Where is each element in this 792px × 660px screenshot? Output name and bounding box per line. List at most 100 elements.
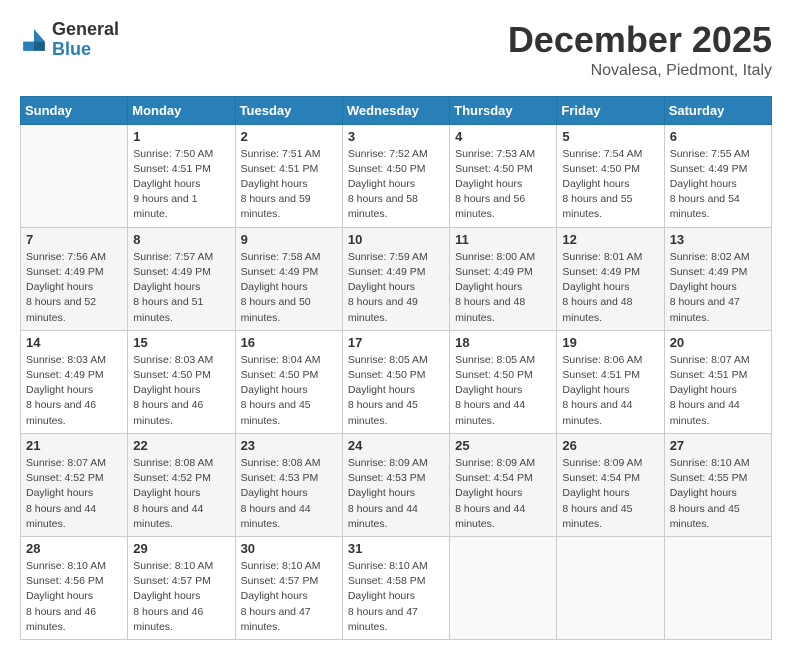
- day-number: 8: [133, 232, 229, 247]
- day-info: Sunrise: 7:54 AMSunset: 4:50 PMDaylight …: [562, 147, 658, 223]
- calendar-cell: 30 Sunrise: 8:10 AMSunset: 4:57 PMDayligh…: [235, 536, 342, 639]
- day-info: Sunrise: 8:05 AMSunset: 4:50 PMDaylight …: [455, 353, 551, 429]
- day-number: 10: [348, 232, 444, 247]
- calendar-cell: 25 Sunrise: 8:09 AMSunset: 4:54 PMDayligh…: [450, 433, 557, 536]
- day-info: Sunrise: 7:57 AMSunset: 4:49 PMDaylight …: [133, 250, 229, 326]
- day-number: 21: [26, 438, 122, 453]
- day-number: 2: [241, 129, 337, 144]
- column-header-wednesday: Wednesday: [342, 96, 449, 124]
- day-number: 7: [26, 232, 122, 247]
- column-header-saturday: Saturday: [664, 96, 771, 124]
- day-info: Sunrise: 7:58 AMSunset: 4:49 PMDaylight …: [241, 250, 337, 326]
- page-header: General Blue December 2025 Novalesa, Pie…: [20, 20, 772, 80]
- day-number: 19: [562, 335, 658, 350]
- calendar-week-row: 14 Sunrise: 8:03 AMSunset: 4:49 PMDayligh…: [21, 330, 772, 433]
- calendar-cell: 18Sunrise: 8:05 AMSunset: 4:50 PMDayligh…: [450, 330, 557, 433]
- day-number: 26: [562, 438, 658, 453]
- calendar-week-row: 21 Sunrise: 8:07 AMSunset: 4:52 PMDayligh…: [21, 433, 772, 536]
- calendar-week-row: 1 Sunrise: 7:50 AMSunset: 4:51 PMDaylight…: [21, 124, 772, 227]
- day-info: Sunrise: 8:00 AMSunset: 4:49 PMDaylight …: [455, 250, 551, 326]
- calendar-cell: 28 Sunrise: 8:10 AMSunset: 4:56 PMDayligh…: [21, 536, 128, 639]
- day-number: 20: [670, 335, 766, 350]
- logo-icon: [20, 26, 48, 54]
- calendar-cell: 3 Sunrise: 7:52 AMSunset: 4:50 PMDaylight…: [342, 124, 449, 227]
- day-info: Sunrise: 7:51 AMSunset: 4:51 PMDaylight …: [241, 147, 337, 223]
- day-info: Sunrise: 8:03 AMSunset: 4:49 PMDaylight …: [26, 353, 122, 429]
- calendar-cell: 14 Sunrise: 8:03 AMSunset: 4:49 PMDayligh…: [21, 330, 128, 433]
- calendar-cell: 10 Sunrise: 7:59 AMSunset: 4:49 PMDayligh…: [342, 227, 449, 330]
- day-number: 29: [133, 541, 229, 556]
- day-number: 25: [455, 438, 551, 453]
- column-header-sunday: Sunday: [21, 96, 128, 124]
- day-info: Sunrise: 7:59 AMSunset: 4:49 PMDaylight …: [348, 250, 444, 326]
- logo-blue-text: Blue: [52, 40, 119, 60]
- calendar-cell: 23Sunrise: 8:08 AMSunset: 4:53 PMDayligh…: [235, 433, 342, 536]
- calendar-table: SundayMondayTuesdayWednesdayThursdayFrid…: [20, 96, 772, 640]
- day-number: 17: [348, 335, 444, 350]
- day-info: Sunrise: 8:08 AMSunset: 4:53 PMDaylight …: [241, 456, 337, 532]
- day-info: Sunrise: 8:03 AMSunset: 4:50 PMDaylight …: [133, 353, 229, 429]
- calendar-cell: 29Sunrise: 8:10 AMSunset: 4:57 PMDayligh…: [128, 536, 235, 639]
- day-info: Sunrise: 8:10 AMSunset: 4:57 PMDaylight …: [241, 559, 337, 635]
- day-info: Sunrise: 8:06 AMSunset: 4:51 PMDaylight …: [562, 353, 658, 429]
- day-number: 9: [241, 232, 337, 247]
- day-number: 28: [26, 541, 122, 556]
- calendar-cell: 19 Sunrise: 8:06 AMSunset: 4:51 PMDayligh…: [557, 330, 664, 433]
- calendar-cell: [664, 536, 771, 639]
- calendar-header-row: SundayMondayTuesdayWednesdayThursdayFrid…: [21, 96, 772, 124]
- calendar-cell: 11 Sunrise: 8:00 AMSunset: 4:49 PMDayligh…: [450, 227, 557, 330]
- calendar-cell: [450, 536, 557, 639]
- day-number: 14: [26, 335, 122, 350]
- logo: General Blue: [20, 20, 119, 60]
- day-info: Sunrise: 8:09 AMSunset: 4:53 PMDaylight …: [348, 456, 444, 532]
- day-info: Sunrise: 8:01 AMSunset: 4:49 PMDaylight …: [562, 250, 658, 326]
- calendar-cell: 5 Sunrise: 7:54 AMSunset: 4:50 PMDaylight…: [557, 124, 664, 227]
- day-number: 16: [241, 335, 337, 350]
- title-block: December 2025 Novalesa, Piedmont, Italy: [508, 20, 772, 80]
- day-info: Sunrise: 7:52 AMSunset: 4:50 PMDaylight …: [348, 147, 444, 223]
- day-info: Sunrise: 8:10 AMSunset: 4:56 PMDaylight …: [26, 559, 122, 635]
- day-number: 30: [241, 541, 337, 556]
- calendar-cell: 7 Sunrise: 7:56 AMSunset: 4:49 PMDaylight…: [21, 227, 128, 330]
- column-header-friday: Friday: [557, 96, 664, 124]
- day-info: Sunrise: 8:08 AMSunset: 4:52 PMDaylight …: [133, 456, 229, 532]
- calendar-cell: 4Sunrise: 7:53 AMSunset: 4:50 PMDaylight…: [450, 124, 557, 227]
- day-info: Sunrise: 7:56 AMSunset: 4:49 PMDaylight …: [26, 250, 122, 326]
- calendar-cell: 16 Sunrise: 8:04 AMSunset: 4:50 PMDayligh…: [235, 330, 342, 433]
- day-info: Sunrise: 8:07 AMSunset: 4:52 PMDaylight …: [26, 456, 122, 532]
- calendar-cell: 27Sunrise: 8:10 AMSunset: 4:55 PMDayligh…: [664, 433, 771, 536]
- calendar-cell: 13 Sunrise: 8:02 AMSunset: 4:49 PMDayligh…: [664, 227, 771, 330]
- calendar-cell: 12 Sunrise: 8:01 AMSunset: 4:49 PMDayligh…: [557, 227, 664, 330]
- day-number: 11: [455, 232, 551, 247]
- day-number: 1: [133, 129, 229, 144]
- calendar-cell: 8 Sunrise: 7:57 AMSunset: 4:49 PMDaylight…: [128, 227, 235, 330]
- day-number: 15: [133, 335, 229, 350]
- day-number: 4: [455, 129, 551, 144]
- calendar-cell: 20 Sunrise: 8:07 AMSunset: 4:51 PMDayligh…: [664, 330, 771, 433]
- calendar-cell: 2 Sunrise: 7:51 AMSunset: 4:51 PMDaylight…: [235, 124, 342, 227]
- day-info: Sunrise: 7:50 AMSunset: 4:51 PMDaylight …: [133, 147, 229, 223]
- month-title: December 2025: [508, 20, 772, 60]
- calendar-cell: [557, 536, 664, 639]
- day-info: Sunrise: 7:55 AMSunset: 4:49 PMDaylight …: [670, 147, 766, 223]
- day-info: Sunrise: 8:02 AMSunset: 4:49 PMDaylight …: [670, 250, 766, 326]
- day-info: Sunrise: 8:09 AMSunset: 4:54 PMDaylight …: [562, 456, 658, 532]
- day-number: 6: [670, 129, 766, 144]
- day-number: 5: [562, 129, 658, 144]
- calendar-cell: 6 Sunrise: 7:55 AMSunset: 4:49 PMDaylight…: [664, 124, 771, 227]
- day-number: 12: [562, 232, 658, 247]
- column-header-tuesday: Tuesday: [235, 96, 342, 124]
- day-number: 3: [348, 129, 444, 144]
- calendar-cell: 24 Sunrise: 8:09 AMSunset: 4:53 PMDayligh…: [342, 433, 449, 536]
- day-number: 22: [133, 438, 229, 453]
- day-number: 31: [348, 541, 444, 556]
- calendar-cell: 22 Sunrise: 8:08 AMSunset: 4:52 PMDayligh…: [128, 433, 235, 536]
- logo-text: General Blue: [52, 20, 119, 60]
- location-text: Novalesa, Piedmont, Italy: [508, 62, 772, 80]
- calendar-cell: 21 Sunrise: 8:07 AMSunset: 4:52 PMDayligh…: [21, 433, 128, 536]
- day-number: 13: [670, 232, 766, 247]
- day-info: Sunrise: 8:09 AMSunset: 4:54 PMDaylight …: [455, 456, 551, 532]
- day-info: Sunrise: 8:04 AMSunset: 4:50 PMDaylight …: [241, 353, 337, 429]
- day-info: Sunrise: 8:07 AMSunset: 4:51 PMDaylight …: [670, 353, 766, 429]
- day-number: 24: [348, 438, 444, 453]
